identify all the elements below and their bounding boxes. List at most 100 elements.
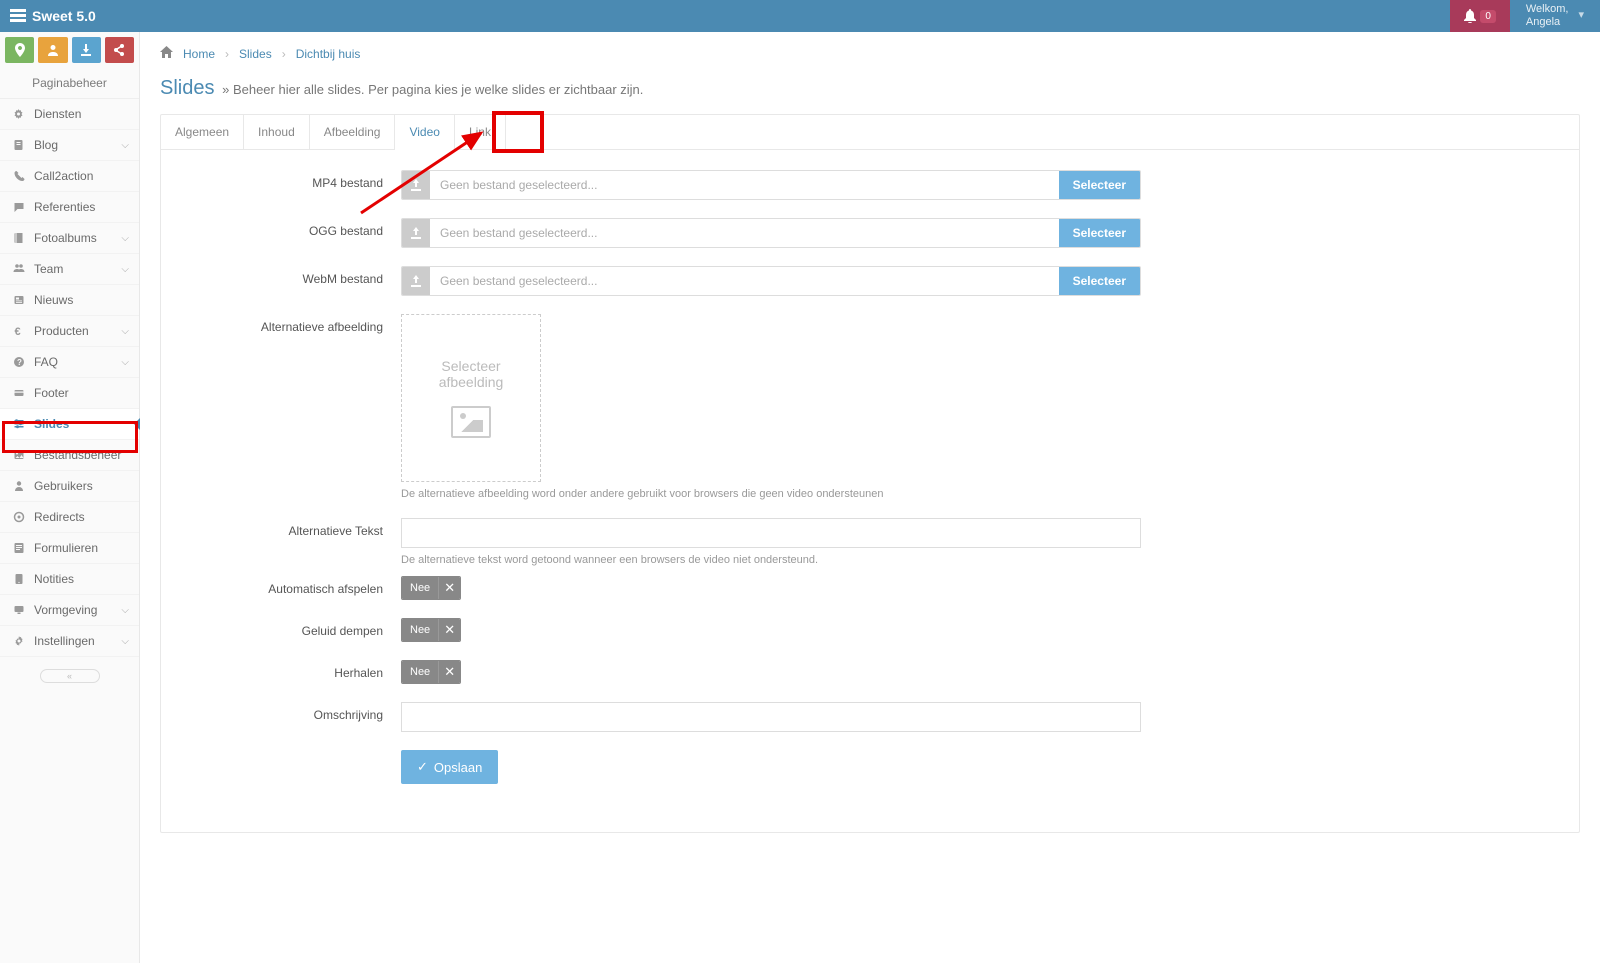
welcome-name: Angela xyxy=(1526,16,1569,29)
sidebar-item-instellingen[interactable]: Instellingen⌵ xyxy=(0,626,139,657)
image-icon xyxy=(10,449,28,461)
target-icon xyxy=(10,511,28,523)
notification-count: 0 xyxy=(1480,10,1496,23)
sidebar-item-blog[interactable]: Blog⌵ xyxy=(0,130,139,161)
tabs: AlgemeenInhoudAfbeeldingVideoLink xyxy=(161,115,1579,150)
sidebar-item-label: Blog xyxy=(34,138,121,152)
upload-icon xyxy=(402,171,430,199)
webm-file-input[interactable]: Geen bestand geselecteerd... Selecteer xyxy=(401,266,1141,296)
sidebar-item-producten[interactable]: € Producten⌵ xyxy=(0,316,139,347)
repeat-label: Herhalen xyxy=(181,660,401,684)
ogg-file-input[interactable]: Geen bestand geselecteerd... Selecteer xyxy=(401,218,1141,248)
save-button[interactable]: ✓ Opslaan xyxy=(401,750,498,784)
sidebar-item-nieuws[interactable]: Nieuws xyxy=(0,285,139,316)
check-icon: ✓ xyxy=(417,759,428,775)
tab-video[interactable]: Video xyxy=(395,115,454,150)
repeat-toggle[interactable]: Nee ✕ xyxy=(401,660,461,684)
mp4-file-text: Geen bestand geselecteerd... xyxy=(430,171,1059,199)
sidebar-item-label: Footer xyxy=(34,386,129,400)
chevron-down-icon: ⌵ xyxy=(121,326,129,337)
sidebar-item-diensten[interactable]: Diensten xyxy=(0,99,139,130)
sidebar-item-faq[interactable]: ?FAQ⌵ xyxy=(0,347,139,378)
action-location-button[interactable] xyxy=(5,37,34,63)
card-icon xyxy=(10,387,28,399)
sidebar-item-vormgeving[interactable]: Vormgeving⌵ xyxy=(0,595,139,626)
sidebar-header: Paginabeheer xyxy=(0,68,139,99)
sidebar-item-label: Redirects xyxy=(34,510,129,524)
svg-text:?: ? xyxy=(17,358,22,367)
sidebar-item-label: Team xyxy=(34,262,121,276)
autoplay-toggle[interactable]: Nee ✕ xyxy=(401,576,461,600)
toggle-state: Nee xyxy=(402,577,438,599)
notifications-button[interactable]: 0 xyxy=(1450,0,1510,32)
save-button-label: Opslaan xyxy=(434,760,482,775)
description-input[interactable] xyxy=(401,702,1141,732)
sidebar-item-formulieren[interactable]: Formulieren xyxy=(0,533,139,564)
page-subtitle: » Beheer hier alle slides. Per pagina ki… xyxy=(222,82,643,97)
news-icon xyxy=(10,294,28,306)
breadcrumb-sep: › xyxy=(225,47,229,61)
alt-text-label: Alternatieve Tekst xyxy=(181,518,401,566)
breadcrumb-slides[interactable]: Slides xyxy=(239,47,272,61)
action-download-button[interactable] xyxy=(72,37,101,63)
alt-image-help: De alternatieve afbeelding word onder an… xyxy=(401,488,1141,500)
img-picker-line2: afbeelding xyxy=(439,374,504,390)
page-title: Slides xyxy=(160,77,214,99)
sidebar-item-notities[interactable]: Notities xyxy=(0,564,139,595)
comment-icon xyxy=(10,201,28,213)
mute-toggle[interactable]: Nee ✕ xyxy=(401,618,461,642)
euro-icon: € xyxy=(10,325,28,337)
action-user-button[interactable] xyxy=(38,37,67,63)
toggle-state: Nee xyxy=(402,661,438,683)
webm-select-button[interactable]: Selecteer xyxy=(1059,267,1140,295)
form-icon xyxy=(10,542,28,554)
sidebar-item-redirects[interactable]: Redirects xyxy=(0,502,139,533)
sidebar-item-label: Nieuws xyxy=(34,293,129,307)
sidebar-item-gebruikers[interactable]: Gebruikers xyxy=(0,471,139,502)
sidebar-item-label: Fotoalbums xyxy=(34,231,121,245)
quick-actions xyxy=(0,32,139,68)
sidebar-collapse-button[interactable]: « xyxy=(40,669,100,683)
sidebar-item-footer[interactable]: Footer xyxy=(0,378,139,409)
tab-inhoud[interactable]: Inhoud xyxy=(244,115,310,149)
alt-text-input[interactable] xyxy=(401,518,1141,548)
sidebar-item-bestandsbeheer[interactable]: Bestandsbeheer xyxy=(0,440,139,471)
user-menu[interactable]: Welkom, Angela ▾ xyxy=(1510,0,1600,32)
note-icon xyxy=(10,139,28,151)
sidebar-item-team[interactable]: Team⌵ xyxy=(0,254,139,285)
alt-image-picker[interactable]: Selecteer afbeelding xyxy=(401,314,541,482)
tab-afbeelding[interactable]: Afbeelding xyxy=(310,115,396,149)
ogg-select-button[interactable]: Selecteer xyxy=(1059,219,1140,247)
mute-label: Geluid dempen xyxy=(181,618,401,642)
mp4-select-button[interactable]: Selecteer xyxy=(1059,171,1140,199)
screen-icon xyxy=(10,604,28,616)
upload-icon xyxy=(402,219,430,247)
tab-algemeen[interactable]: Algemeen xyxy=(161,115,244,149)
sidebar-collapse-row: « xyxy=(0,663,139,687)
form-body: MP4 bestand Geen bestand geselecteerd...… xyxy=(161,150,1579,832)
action-share-button[interactable] xyxy=(105,37,134,63)
upload-icon xyxy=(402,267,430,295)
alt-text-help: De alternatieve tekst word getoond wanne… xyxy=(401,554,1141,566)
sidebar-item-label: FAQ xyxy=(34,355,121,369)
sidebar-item-slides[interactable]: Slides xyxy=(0,409,139,440)
tab-link[interactable]: Link xyxy=(455,115,506,149)
breadcrumb-sep: › xyxy=(282,47,286,61)
mp4-file-input[interactable]: Geen bestand geselecteerd... Selecteer xyxy=(401,170,1141,200)
sidebar-item-referenties[interactable]: Referenties xyxy=(0,192,139,223)
sidebar-item-label: Instellingen xyxy=(34,634,121,648)
webm-file-text: Geen bestand geselecteerd... xyxy=(430,267,1059,295)
close-icon: ✕ xyxy=(438,577,460,599)
gears-icon xyxy=(10,108,28,120)
users-icon xyxy=(10,263,28,275)
chevron-down-icon: ⌵ xyxy=(121,636,129,647)
sidebar-item-call2action[interactable]: Call2action xyxy=(0,161,139,192)
alt-image-label: Alternatieve afbeelding xyxy=(181,314,401,500)
toggle-state: Nee xyxy=(402,619,438,641)
chevron-down-icon: ⌵ xyxy=(121,264,129,275)
sidebar-item-fotoalbums[interactable]: Fotoalbums⌵ xyxy=(0,223,139,254)
breadcrumb-home[interactable]: Home xyxy=(183,47,215,61)
sidebar-item-label: Producten xyxy=(34,324,121,338)
breadcrumb-current[interactable]: Dichtbij huis xyxy=(296,47,361,61)
topbar: Sweet 5.0 0 Welkom, Angela ▾ xyxy=(0,0,1600,32)
